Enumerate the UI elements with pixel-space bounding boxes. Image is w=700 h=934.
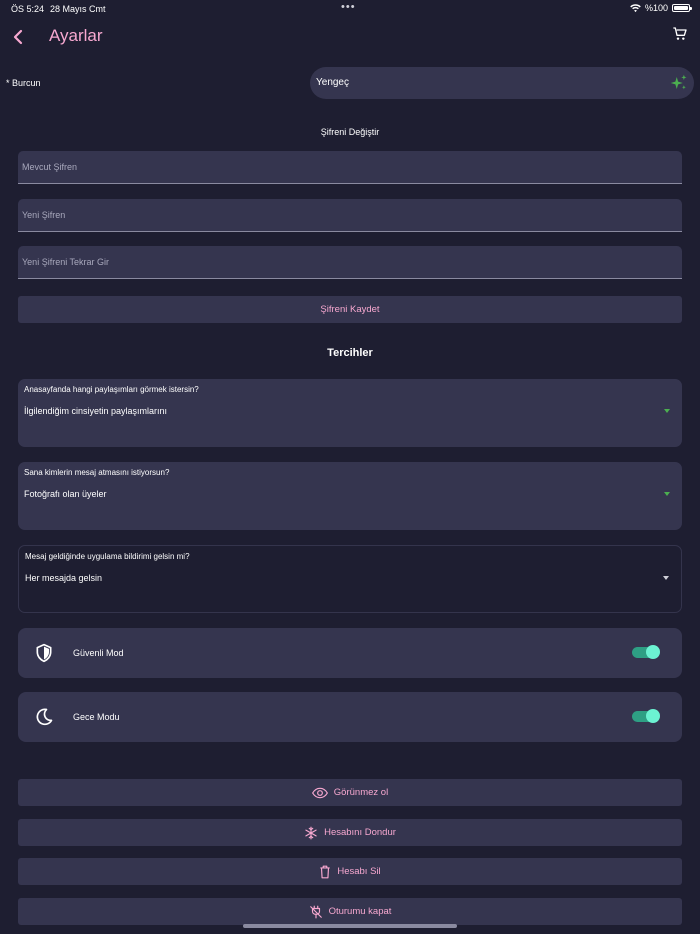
unplug-icon xyxy=(309,905,322,918)
invisible-button[interactable]: Görünmez ol xyxy=(18,779,682,806)
status-time: ÖS 5:24 xyxy=(11,4,45,14)
current-password-placeholder: Mevcut Şifren xyxy=(22,162,78,172)
preferences-title: Tercihler xyxy=(327,347,373,359)
dropdown-arrow-icon xyxy=(664,492,670,496)
night-mode-toggle[interactable] xyxy=(632,709,660,723)
chevron-left-icon xyxy=(13,29,23,45)
repeat-password-placeholder: Yeni Şifreni Tekrar Gir xyxy=(22,257,110,267)
freeze-account-button[interactable]: Hesabını Dondur xyxy=(18,819,682,846)
save-password-button[interactable]: Şifreni Kaydet xyxy=(18,296,682,323)
multitasking-dots[interactable]: ••• xyxy=(341,1,356,13)
status-bar: ÖS 5:24 28 Mayıs Cmt ••• %100 xyxy=(0,0,700,18)
notification-preference-select[interactable]: Mesaj geldiğinde uygulama bildirimi gels… xyxy=(18,545,682,613)
delete-account-button[interactable]: Hesabı Sil xyxy=(18,858,682,885)
sparkle-icon[interactable] xyxy=(670,74,688,92)
cart-button[interactable] xyxy=(672,26,692,48)
password-section-title: Şifreni Değiştir xyxy=(320,127,380,137)
zodiac-value: Yengeç xyxy=(316,77,349,88)
pref-value: Her mesajda gelsin xyxy=(25,573,103,583)
current-password-field[interactable]: Mevcut Şifren xyxy=(18,151,682,184)
safe-mode-label: Güvenli Mod xyxy=(73,648,124,658)
nav-header: Ayarlar xyxy=(0,22,700,52)
pref-value: Fotoğrafı olan üyeler xyxy=(24,489,107,499)
safe-mode-row: Güvenli Mod xyxy=(18,628,682,678)
dropdown-arrow-icon xyxy=(663,576,669,580)
logout-button[interactable]: Oturumu kapat xyxy=(18,898,682,925)
status-indicators: %100 xyxy=(630,3,692,13)
eye-icon xyxy=(311,787,328,798)
wifi-icon xyxy=(630,3,641,12)
cart-icon xyxy=(673,27,687,40)
battery-percentage: %100 xyxy=(644,3,668,13)
back-button[interactable] xyxy=(8,26,28,48)
pref-question: Sana kimlerin mesaj atmasını istiyorsun? xyxy=(24,468,170,477)
feed-preference-select[interactable]: Anasayfanda hangi paylaşımları görmek is… xyxy=(18,379,682,447)
snowflake-icon xyxy=(305,826,317,839)
zodiac-label: * Burcun xyxy=(6,78,41,88)
battery-icon xyxy=(672,4,692,12)
moon-icon xyxy=(36,708,53,726)
trash-icon xyxy=(320,865,331,878)
pref-question: Mesaj geldiğinde uygulama bildirimi gels… xyxy=(25,552,190,561)
repeat-password-field[interactable]: Yeni Şifreni Tekrar Gir xyxy=(18,246,682,279)
night-mode-row: Gece Modu xyxy=(18,692,682,742)
home-indicator[interactable] xyxy=(243,924,457,928)
safe-mode-toggle[interactable] xyxy=(632,645,660,659)
pref-question: Anasayfanda hangi paylaşımları görmek is… xyxy=(24,385,199,394)
new-password-field[interactable]: Yeni Şifren xyxy=(18,199,682,232)
night-mode-label: Gece Modu xyxy=(73,712,120,722)
message-preference-select[interactable]: Sana kimlerin mesaj atmasını istiyorsun?… xyxy=(18,462,682,530)
freeze-account-label: Hesabını Dondur xyxy=(324,827,396,838)
invisible-label: Görünmez ol xyxy=(333,787,389,798)
shield-icon xyxy=(36,643,52,663)
zodiac-select[interactable]: Yengeç xyxy=(310,67,694,99)
new-password-placeholder: Yeni Şifren xyxy=(22,210,66,220)
logout-label: Oturumu kapat xyxy=(328,906,392,917)
status-date: 28 Mayıs Cmt xyxy=(50,4,106,14)
pref-value: İlgilendiğim cinsiyetin paylaşımlarını xyxy=(24,406,168,416)
delete-account-label: Hesabı Sil xyxy=(337,866,381,877)
dropdown-arrow-icon xyxy=(664,409,670,413)
page-title: Ayarlar xyxy=(49,26,103,45)
